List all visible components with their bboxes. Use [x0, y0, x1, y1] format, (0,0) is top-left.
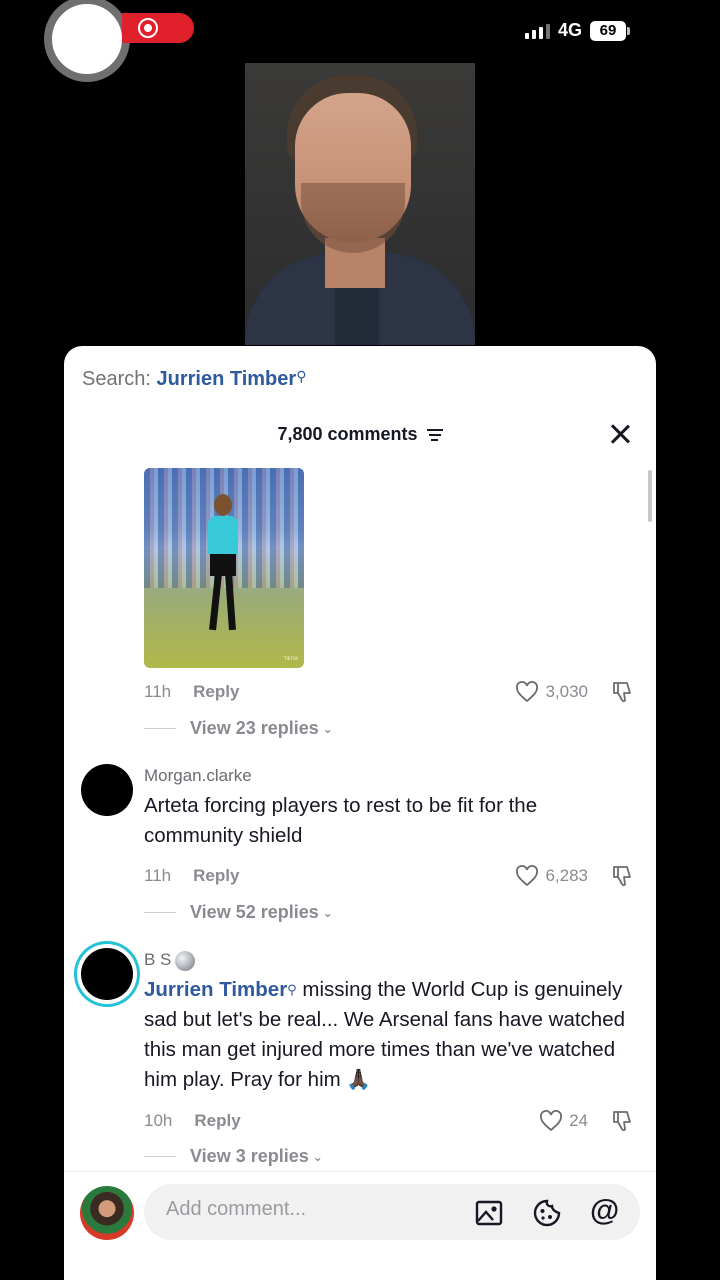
mention-link[interactable]: Jurrien Timber [144, 978, 287, 1001]
scrollbar[interactable] [648, 470, 652, 522]
view-replies-label: View 52 replies [190, 902, 319, 922]
disco-ball-icon [175, 950, 196, 971]
reply-button[interactable]: Reply [194, 1111, 240, 1131]
comment-meta: 10h Reply [144, 1111, 241, 1131]
comment-username-row[interactable]: B S [144, 950, 196, 971]
comment-time: 10h [144, 1111, 173, 1130]
avatar[interactable] [81, 948, 133, 1000]
search-prefix: Search: [82, 368, 151, 390]
signal-icon [524, 23, 550, 39]
comment-text: Jurrien Timber⚲ missing the World Cup is… [144, 975, 632, 1095]
video-preview[interactable] [245, 63, 475, 345]
search-icon: ⚲ [287, 982, 297, 997]
like-count: 3,030 [545, 682, 588, 701]
dislike-icon[interactable] [610, 680, 634, 704]
chevron-down-icon: ⌄ [312, 1149, 323, 1164]
comment-time: 11h [144, 866, 172, 885]
reply-button[interactable]: Reply [193, 866, 239, 886]
network-type: 4G [557, 20, 582, 40]
comment-input[interactable] [166, 1198, 466, 1221]
dislike-icon[interactable] [610, 864, 634, 888]
comment-meta: 11h Reply [144, 682, 239, 702]
comments-panel: Search: Jurrien Timber⚲ 7,800 comments T… [64, 346, 656, 1280]
record-icon [138, 18, 158, 38]
comment-username: B S [144, 950, 172, 969]
image-icon[interactable] [474, 1198, 504, 1228]
like-icon[interactable] [539, 1110, 563, 1132]
image-watermark: TikTok [283, 656, 298, 662]
view-replies-button[interactable]: View 23 replies ⌄ [144, 718, 333, 739]
view-replies-label: View 3 replies [190, 1146, 309, 1166]
battery-icon: 69 [590, 20, 630, 41]
user-avatar[interactable] [80, 1186, 134, 1240]
avatar[interactable] [81, 764, 133, 816]
chevron-down-icon: ⌄ [322, 905, 333, 920]
view-replies-button[interactable]: View 3 replies ⌄ [144, 1146, 323, 1167]
comments-count: 7,800 comments [277, 424, 418, 444]
comment-input-box[interactable]: @ [144, 1184, 640, 1240]
comment-image[interactable]: TikTok [144, 468, 304, 668]
comment-meta: 11h Reply [144, 866, 239, 886]
comment-composer: @ [64, 1171, 656, 1280]
comment-text: Arteta forcing players to rest to be fit… [144, 794, 538, 847]
view-replies-label: View 23 replies [190, 718, 319, 738]
reply-button[interactable]: Reply [193, 682, 239, 702]
close-icon[interactable] [610, 424, 630, 444]
comment-actions: 24 [539, 1109, 634, 1133]
like-icon[interactable] [515, 681, 539, 703]
pray-emoji: 🙏🏿 [346, 1069, 372, 1091]
view-replies-button[interactable]: View 52 replies ⌄ [144, 902, 333, 923]
comment-actions: 6,283 [515, 864, 634, 888]
comment-actions: 3,030 [515, 680, 634, 704]
emoji-icon[interactable] [532, 1198, 562, 1228]
comments-header[interactable]: 7,800 comments [64, 424, 656, 445]
comment-time: 11h [144, 682, 172, 701]
mention-icon[interactable]: @ [590, 1194, 619, 1228]
recording-indicator[interactable] [122, 13, 194, 43]
like-icon[interactable] [515, 865, 539, 887]
like-count: 6,283 [545, 866, 588, 885]
dislike-icon[interactable] [610, 1109, 634, 1133]
status-bar: 4G 69 [524, 20, 630, 41]
comment-username[interactable]: Morgan.clarke [144, 766, 252, 786]
search-query[interactable]: Jurrien Timber [157, 368, 297, 390]
search-suggestion[interactable]: Search: Jurrien Timber⚲ [82, 368, 306, 391]
search-icon: ⚲ [296, 368, 307, 384]
sort-icon[interactable] [426, 426, 443, 444]
like-count: 24 [569, 1111, 588, 1130]
chevron-down-icon: ⌄ [322, 721, 333, 736]
